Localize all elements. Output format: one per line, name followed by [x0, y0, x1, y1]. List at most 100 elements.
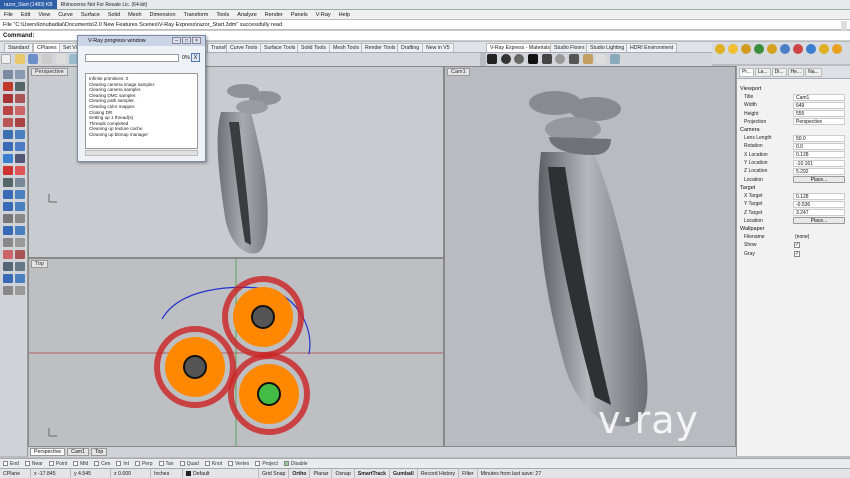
z-target-field[interactable]: 3.247 — [793, 209, 845, 217]
menu-surface[interactable]: Surface — [77, 12, 104, 18]
panel-tab-properties[interactable]: Pr... — [739, 67, 754, 77]
view-tool-icon[interactable] — [3, 274, 13, 283]
tab-curve-tools[interactable]: Curve Tools — [226, 43, 262, 52]
status-layer[interactable]: Default — [183, 468, 259, 478]
tab-studio-lighting[interactable]: Studio Lighting — [586, 43, 629, 52]
dimension-icon[interactable] — [15, 226, 25, 235]
menu-tools[interactable]: Tools — [212, 12, 233, 18]
tab-surface-tools[interactable]: Surface Tools — [260, 43, 300, 52]
select-window-icon[interactable] — [15, 70, 25, 79]
circle-icon[interactable] — [15, 94, 25, 103]
tab-drafting[interactable]: Drafting — [397, 43, 424, 52]
menu-help[interactable]: Help — [335, 12, 354, 18]
arc-icon[interactable] — [3, 106, 13, 115]
stop-icon[interactable] — [793, 44, 803, 54]
save-icon[interactable] — [28, 54, 39, 64]
curve-icon[interactable] — [3, 94, 13, 103]
vptab-perspective[interactable]: Perspective — [30, 448, 66, 456]
checkbox[interactable] — [179, 461, 185, 466]
rotation-field[interactable]: 0.0 — [793, 143, 845, 151]
text-icon[interactable] — [3, 226, 13, 235]
checkbox[interactable] — [255, 461, 261, 466]
frame-buffer-icon[interactable] — [754, 44, 764, 54]
environment-icon[interactable] — [806, 44, 816, 54]
menu-mesh[interactable]: Mesh — [124, 12, 145, 18]
material-swatch-icon[interactable] — [569, 54, 580, 64]
menu-solid[interactable]: Solid — [104, 12, 124, 18]
array-icon[interactable] — [15, 214, 25, 223]
material-swatch-icon[interactable] — [528, 54, 539, 64]
checkbox[interactable] — [24, 461, 30, 466]
copy-object-icon[interactable] — [15, 190, 25, 199]
material-swatch-icon[interactable] — [555, 54, 566, 64]
minimize-icon[interactable]: – — [172, 37, 181, 44]
menu-panels[interactable]: Panels — [287, 12, 312, 18]
material-swatch-icon[interactable] — [596, 54, 607, 64]
vray-window-titlebar[interactable]: V-Ray progress window – □ × — [78, 36, 205, 46]
height-field[interactable]: 555 — [793, 110, 845, 118]
status-planar[interactable]: Planar — [310, 468, 333, 478]
menu-render[interactable]: Render — [261, 12, 287, 18]
checkbox[interactable] — [228, 461, 234, 466]
status-gumball[interactable]: Gumball — [390, 468, 418, 478]
status-filter[interactable]: Filter — [459, 468, 478, 478]
status-osnap[interactable]: Osnap — [332, 468, 355, 478]
menu-curve[interactable]: Curve — [54, 12, 77, 18]
menu-file[interactable]: File — [0, 12, 17, 18]
tab-new-in-v5[interactable]: New in V5 — [422, 43, 454, 52]
fillet-icon[interactable] — [3, 166, 13, 175]
title-field[interactable]: Cam1 — [793, 93, 845, 101]
new-file-icon[interactable] — [1, 54, 11, 64]
camera-place-button[interactable]: Place... — [793, 176, 845, 184]
tab-cplanes[interactable]: CPlanes — [33, 43, 61, 52]
wallpaper-filename[interactable]: (none) — [793, 234, 845, 241]
boolean-icon[interactable] — [15, 154, 25, 163]
target-place-button[interactable]: Place... — [793, 217, 845, 225]
tab-vray-materials[interactable]: V-Ray Express - Materials — [486, 43, 554, 52]
open-folder-icon[interactable] — [14, 54, 25, 64]
menu-edit[interactable]: Edit — [17, 12, 34, 18]
properties-tool-icon[interactable] — [15, 262, 25, 271]
tab-solid-tools[interactable]: Solid Tools — [297, 43, 330, 52]
checkbox[interactable] — [116, 461, 122, 466]
material-swatch-icon[interactable] — [541, 54, 552, 64]
scale-icon[interactable] — [15, 202, 25, 211]
settings-icon[interactable] — [832, 44, 842, 54]
status-grid-snap[interactable]: Grid Snap — [259, 468, 290, 478]
y-location-field[interactable]: -10.161 — [793, 159, 845, 167]
viewport-cam1[interactable]: Cam1 — [444, 66, 736, 447]
split-icon[interactable] — [3, 178, 13, 187]
ellipse-icon[interactable] — [15, 106, 25, 115]
checkbox[interactable] — [134, 461, 140, 466]
select-arrow-icon[interactable] — [3, 70, 13, 79]
maximize-icon[interactable]: □ — [182, 37, 191, 44]
window-tab-file[interactable]: razor_Start (1483) KB — [0, 0, 57, 9]
y-target-field[interactable]: -0.536 — [793, 200, 845, 208]
point-icon[interactable] — [3, 82, 13, 91]
menu-transform[interactable]: Transform — [180, 12, 213, 18]
close-icon[interactable]: × — [192, 37, 201, 44]
vptab-top[interactable]: Top — [90, 448, 108, 456]
material-swatch-icon[interactable] — [514, 54, 525, 64]
projection-select[interactable]: Perspective — [793, 118, 845, 126]
status-units[interactable]: Inches — [151, 468, 183, 478]
panel-tab-help[interactable]: He... — [787, 67, 805, 77]
tab-studio-floors[interactable]: Studio Floors — [550, 43, 589, 52]
x-target-field[interactable]: 0.128 — [793, 192, 845, 200]
extrude-icon[interactable] — [15, 130, 25, 139]
vptab-cam1[interactable]: Cam1 — [67, 448, 89, 456]
rectangle-icon[interactable] — [3, 118, 13, 127]
panel-tab-named-views[interactable]: Na... — [805, 67, 822, 77]
tab-hdri-environment[interactable]: HDRI Environment — [626, 43, 678, 52]
status-ortho[interactable]: Ortho — [289, 468, 311, 478]
checkbox[interactable] — [3, 461, 8, 466]
print-icon[interactable] — [42, 54, 53, 64]
material-editor-icon[interactable] — [741, 44, 751, 54]
menu-view[interactable]: View — [34, 12, 54, 18]
vray-stop-button[interactable]: X — [191, 53, 200, 62]
join-icon[interactable] — [15, 178, 25, 187]
analyze-icon[interactable] — [15, 238, 25, 247]
misc-tool-icon[interactable] — [15, 286, 25, 295]
polygon-icon[interactable] — [15, 118, 25, 127]
grid-icon[interactable] — [3, 238, 13, 247]
